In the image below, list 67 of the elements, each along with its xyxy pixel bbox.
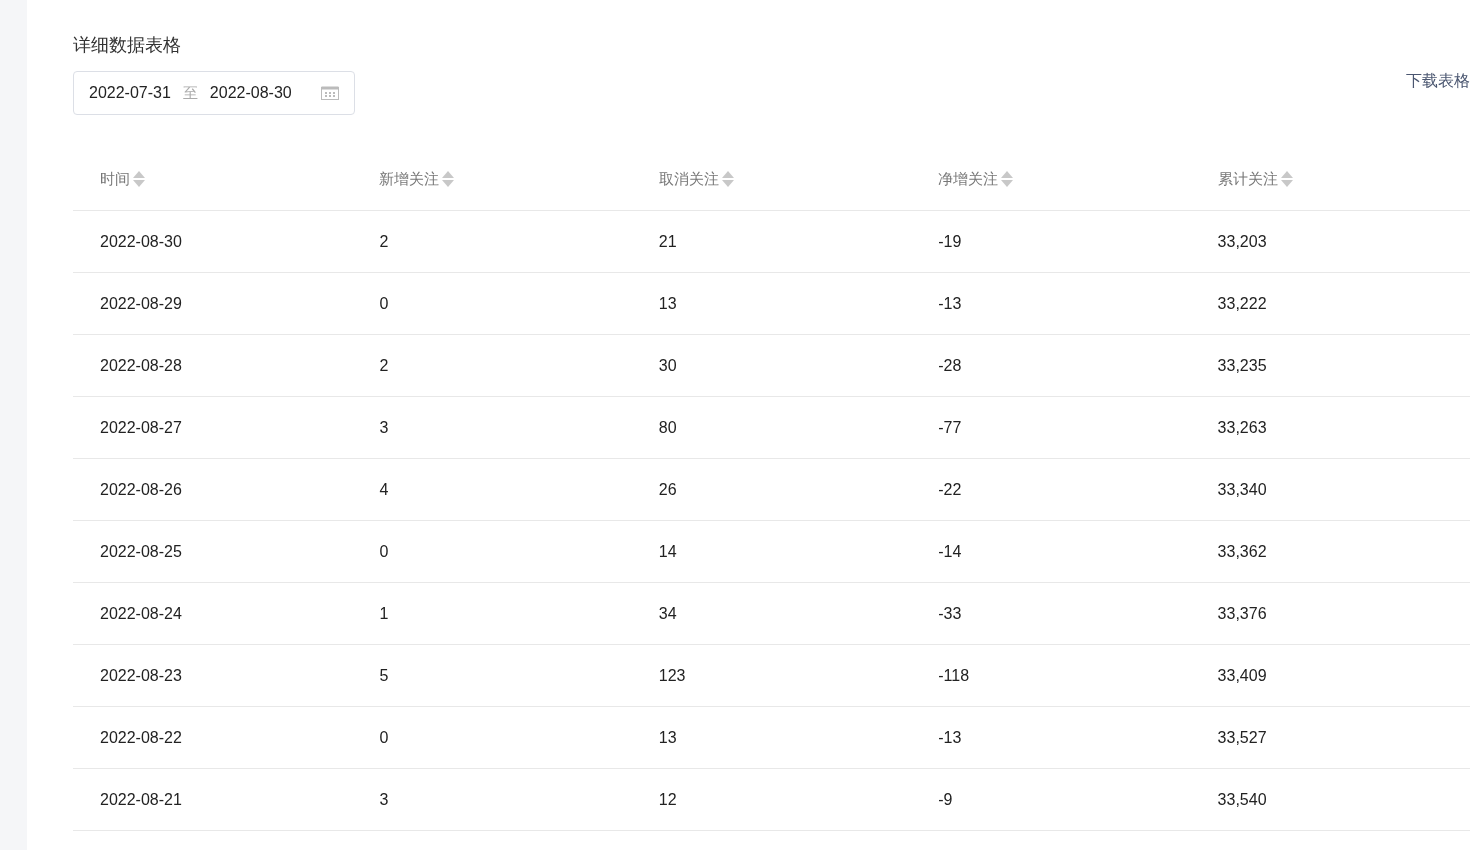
sort-icon[interactable] — [1280, 170, 1293, 188]
sort-icon[interactable] — [1001, 170, 1014, 188]
table-cell: 2022-08-24 — [100, 604, 182, 622]
table-cell: -118 — [938, 666, 970, 684]
table-cell: 0 — [379, 728, 389, 746]
table-cell: 3 — [379, 790, 389, 808]
table-cell: 33,263 — [1217, 418, 1267, 436]
calendar-icon — [321, 86, 339, 100]
start-date: 2022-07-31 — [89, 83, 171, 103]
table-cell: -14 — [938, 542, 962, 560]
table-cell: 80 — [658, 418, 677, 436]
date-range-picker[interactable]: 2022-07-31 至 2022-08-30 — [73, 71, 355, 115]
sort-icon[interactable] — [442, 170, 455, 188]
table-cell: 33,203 — [1217, 232, 1267, 250]
section-title: 详细数据表格 — [73, 34, 182, 57]
download-link[interactable]: 下载表格 — [1406, 69, 1470, 93]
table-cell: 2022-08-26 — [100, 480, 182, 498]
table-cell: 2022-08-27 — [100, 418, 182, 436]
table-cell: 33,340 — [1217, 480, 1267, 498]
table-cell: 26 — [658, 480, 677, 498]
table-cell: 3 — [379, 418, 389, 436]
table-cell: 2022-08-23 — [100, 666, 182, 684]
table-cell: -28 — [938, 356, 962, 374]
table-cell: 5 — [379, 666, 389, 684]
table-cell: 33,540 — [1217, 790, 1267, 808]
table-cell: 33,376 — [1217, 604, 1267, 622]
table-cell: -9 — [938, 790, 953, 808]
table-cell: -19 — [938, 232, 962, 250]
table-cell: 14 — [658, 542, 677, 560]
table-cell: -77 — [938, 418, 962, 436]
sort-icon[interactable] — [721, 170, 734, 188]
table-cell: -13 — [938, 728, 962, 746]
table-cell: 1 — [379, 604, 389, 622]
table-cell: 33,362 — [1217, 542, 1267, 560]
table-cell: 30 — [658, 356, 677, 374]
table-cell: 2022-08-29 — [100, 294, 182, 312]
table-cell: 0 — [379, 542, 389, 560]
sort-icon[interactable] — [133, 170, 145, 188]
table-cell: 33,527 — [1217, 728, 1267, 746]
table-cell: 33,409 — [1217, 666, 1267, 684]
table-cell: 13 — [658, 728, 677, 746]
table-cell: 2022-08-22 — [100, 728, 182, 746]
table-cell: 13 — [658, 294, 677, 312]
table-cell: 2022-08-30 — [100, 232, 182, 250]
table-cell: 2 — [379, 232, 389, 250]
table-cell: 33,222 — [1217, 294, 1267, 312]
table-cell: 123 — [658, 666, 686, 684]
table-cell: -13 — [938, 294, 962, 312]
column-header[interactable]: 时间 — [100, 167, 130, 191]
table-cell: 2022-08-28 — [100, 356, 182, 374]
table-cell: 12 — [658, 790, 677, 808]
table-cell: 21 — [658, 232, 677, 250]
table-cell: 0 — [379, 294, 389, 312]
table-cell: 2022-08-21 — [100, 790, 182, 808]
table-cell: 2022-08-25 — [100, 542, 182, 560]
range-separator: 至 — [182, 82, 198, 103]
table-cell: -33 — [938, 604, 962, 622]
table-cell: 2 — [379, 356, 389, 374]
column-header[interactable]: 新增关注 — [379, 167, 440, 191]
table-cell: 34 — [658, 604, 677, 622]
column-header[interactable]: 累计关注 — [1217, 167, 1278, 191]
table-cell: 4 — [379, 480, 389, 498]
table-cell: -22 — [938, 480, 962, 498]
end-date: 2022-08-30 — [209, 83, 292, 103]
table-cell: 33,235 — [1217, 356, 1267, 374]
column-header[interactable]: 取消关注 — [658, 167, 719, 191]
column-header[interactable]: 净增关注 — [938, 167, 999, 191]
